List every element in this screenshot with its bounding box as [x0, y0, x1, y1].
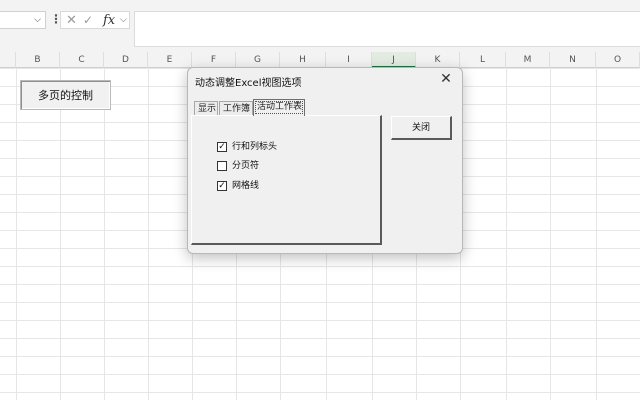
grid-line — [16, 68, 17, 400]
formula-bar: ⌵ ⋮ ✕ ✓ fx ⌵ — [0, 0, 640, 52]
select-all-corner[interactable] — [0, 52, 16, 68]
grid-line — [104, 68, 105, 400]
column-header-row: B C D E F G H I J K L M N O — [0, 52, 640, 68]
checkbox-label: 网格线 — [232, 181, 260, 191]
grid-line — [60, 68, 61, 400]
name-box[interactable]: ⌵ — [0, 11, 46, 29]
dialog-title: 动态调整Excel视图选项 — [195, 78, 302, 89]
column-header[interactable]: C — [60, 52, 104, 68]
checkbox-label: 行和列标头 — [232, 142, 278, 152]
formula-input[interactable] — [134, 11, 640, 47]
close-button[interactable]: 关闭 — [391, 116, 452, 140]
grid-line — [596, 68, 597, 400]
tab-display[interactable]: 显示 — [194, 101, 218, 115]
checkbox-label: 分页符 — [232, 161, 260, 171]
column-header[interactable]: H — [280, 52, 326, 68]
column-header[interactable]: I — [326, 52, 372, 68]
column-header[interactable]: D — [104, 52, 148, 68]
tab-panel: ✓ 行和列标头 分页符 ✓ 网格线 — [191, 115, 382, 245]
chevron-down-icon[interactable]: ⌵ — [120, 15, 127, 25]
view-options-dialog: 动态调整Excel视图选项 ✕ 显示 工作簿 活动工作表 ✓ 行和列标头 分页符… — [187, 67, 463, 254]
column-header[interactable]: G — [236, 52, 280, 68]
grid-line — [148, 68, 149, 400]
grid-line — [506, 68, 507, 400]
checkbox[interactable]: ✓ — [217, 142, 227, 152]
chevron-down-icon[interactable]: ⌵ — [34, 15, 41, 25]
insert-function-icon[interactable]: fx — [103, 13, 115, 28]
checkbox[interactable]: ✓ — [217, 181, 227, 191]
multi-page-control-button[interactable]: 多页的控制 — [20, 80, 111, 110]
column-header[interactable]: K — [416, 52, 460, 68]
column-header[interactable]: B — [16, 52, 60, 68]
checkbox[interactable] — [217, 161, 227, 171]
column-header[interactable]: O — [596, 52, 640, 68]
column-header[interactable]: F — [192, 52, 236, 68]
cancel-icon[interactable]: ✕ — [66, 13, 77, 28]
column-header-active[interactable]: J — [372, 52, 416, 68]
grid-line — [550, 68, 551, 400]
close-icon[interactable]: ✕ — [438, 71, 454, 87]
column-header[interactable]: M — [506, 52, 550, 68]
column-header[interactable]: E — [148, 52, 192, 68]
formula-buttons: ✕ ✓ fx ⌵ — [60, 11, 130, 29]
tab-workbook[interactable]: 工作簿 — [219, 101, 253, 115]
tab-active-sheet[interactable]: 活动工作表 — [253, 99, 305, 116]
column-header[interactable]: L — [460, 52, 506, 68]
enter-icon[interactable]: ✓ — [83, 13, 93, 27]
column-header[interactable]: N — [550, 52, 596, 68]
